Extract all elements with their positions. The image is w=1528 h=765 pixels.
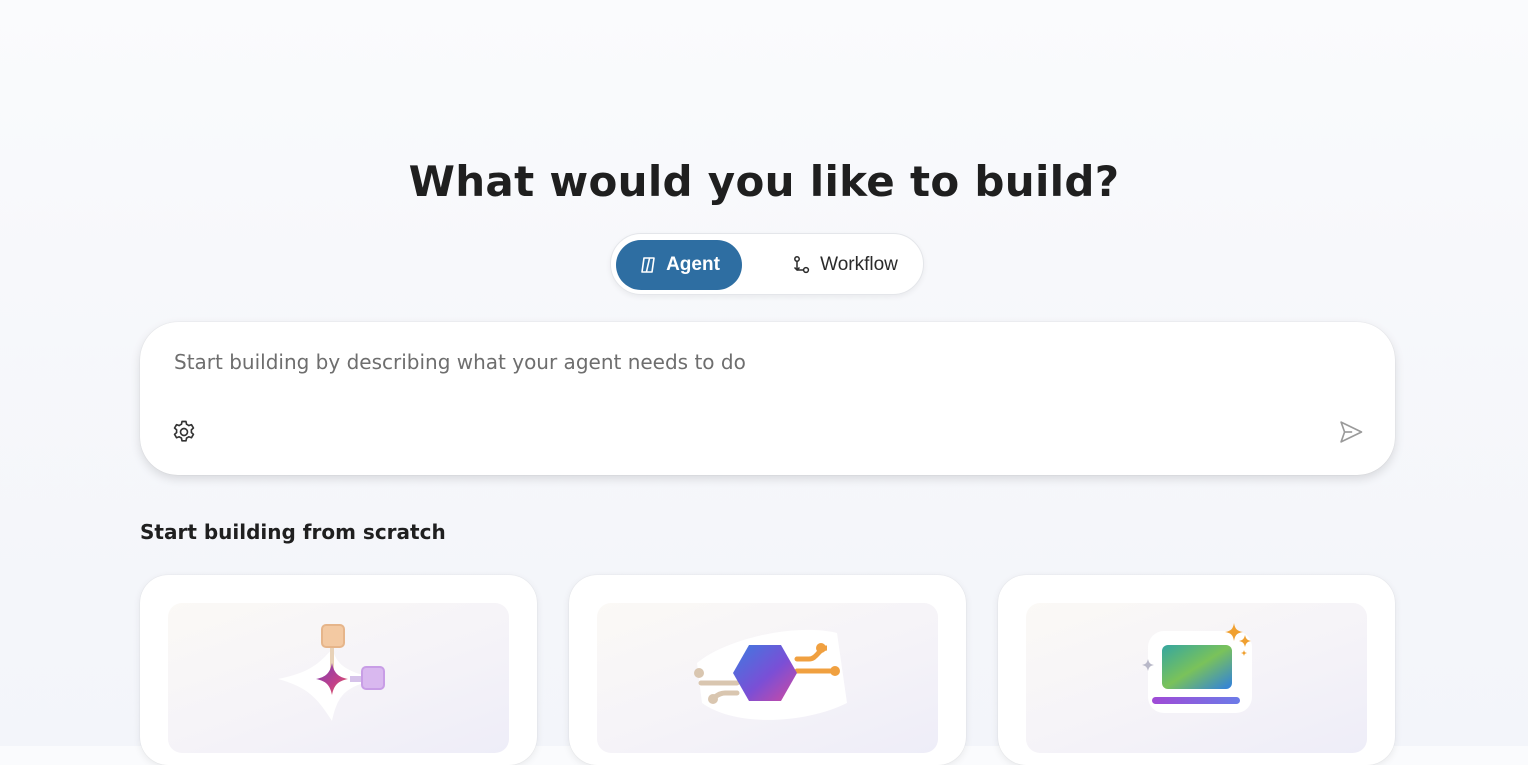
- hexagon-circuit-illustration: [597, 603, 938, 753]
- gear-icon[interactable]: [170, 418, 198, 446]
- scratch-card-3[interactable]: [998, 575, 1395, 765]
- workflow-tab-label: Workflow: [820, 254, 898, 275]
- connected-nodes-illustration: [168, 603, 509, 753]
- section-heading: Start building from scratch: [140, 520, 446, 544]
- workflow-icon: [792, 255, 812, 275]
- sparkle-screen-illustration: [1026, 603, 1367, 753]
- scratch-card-1[interactable]: [140, 575, 537, 765]
- page-title: What would you like to build?: [408, 157, 1120, 206]
- agent-tab-label: Agent: [666, 254, 720, 275]
- scratch-card-2[interactable]: [569, 575, 966, 765]
- prompt-input[interactable]: [172, 346, 1326, 378]
- send-icon[interactable]: [1337, 418, 1365, 446]
- prompt-box: [140, 322, 1395, 475]
- mode-toggle: Agent Workflow: [610, 233, 924, 295]
- agent-tab[interactable]: Agent: [616, 240, 742, 290]
- agent-icon: [638, 255, 658, 275]
- workflow-tab[interactable]: Workflow: [781, 240, 909, 290]
